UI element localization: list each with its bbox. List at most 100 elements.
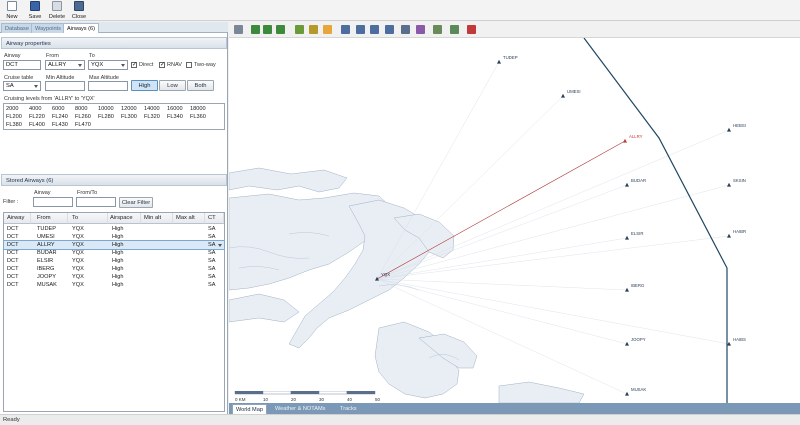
table-cell: YQX (72, 266, 84, 272)
cruise-table-select[interactable]: SA (3, 81, 41, 91)
tab-tracks[interactable]: Tracks (337, 404, 360, 414)
rnav-checkbox[interactable]: ✓ (159, 62, 165, 68)
table-cell: YQX (72, 274, 84, 280)
waypoint-label: BUDAR (631, 178, 646, 183)
table-row[interactable]: DCT IBERG YQX High SA (4, 265, 224, 273)
waypoint-label: JOOPY (631, 337, 646, 342)
tab-database[interactable]: Database (1, 23, 33, 33)
zoom-fit-icon[interactable] (276, 25, 285, 34)
delete-button[interactable]: Delete (47, 1, 67, 21)
from-label: From (46, 53, 59, 59)
table-cell: DCT (7, 266, 19, 272)
airway-filter-field[interactable] (33, 197, 73, 207)
scale-segment (262, 391, 292, 395)
table-row[interactable]: DCT MUSAK YQX High SA (4, 281, 224, 289)
link-icon[interactable] (467, 25, 476, 34)
table-cell: DCT (7, 226, 19, 232)
clear-filter-button[interactable]: Clear Filter (119, 197, 153, 208)
column-header[interactable]: From (31, 213, 68, 224)
to-select[interactable]: YQX (88, 60, 128, 70)
map-toolbar (229, 22, 800, 38)
fix-icon[interactable] (370, 25, 379, 34)
rnav-label: RNAV (167, 62, 182, 68)
waypoint-label: HEBSI (733, 123, 746, 128)
table-cell: YQX (72, 226, 84, 232)
table-cell: MUSAK (37, 282, 57, 288)
max-altitude-field[interactable] (88, 81, 128, 91)
table-row[interactable]: DCT ELSIR YQX High SA (4, 257, 224, 265)
table-cell: High (112, 266, 124, 272)
min-altitude-field[interactable] (45, 81, 85, 91)
waypoint-label: TUDEP (503, 55, 518, 60)
to-label: To (89, 53, 95, 59)
zoom-out-icon[interactable] (263, 25, 272, 34)
ils-icon[interactable] (401, 25, 410, 34)
tab-world-map[interactable]: World Map (232, 404, 267, 414)
save-button[interactable]: Save (25, 1, 45, 21)
table-cell: YQX (72, 250, 84, 256)
table-row[interactable]: DCT JOOPY YQX High SA (4, 273, 224, 281)
airway-icon[interactable] (416, 25, 425, 34)
table-row[interactable]: DCT ALLRY YQX High SA (3, 240, 225, 250)
table-cell: ELSIR (37, 258, 54, 264)
fromto-filter-field[interactable] (76, 197, 116, 207)
route-icon[interactable] (450, 25, 459, 34)
close-window-icon (74, 1, 84, 11)
table-row[interactable]: DCT TUDEP YQX High SA (4, 225, 224, 233)
table-cell: DCT (7, 282, 19, 288)
from-select[interactable]: ALLRY (45, 60, 85, 70)
scale-label: 50 (375, 397, 381, 402)
column-header[interactable]: To (68, 213, 108, 224)
stored-airways-header: Stored Airways (6) (1, 174, 227, 186)
table-cell: High (112, 282, 124, 288)
scale-bar: 0 KM 10 20 30 40 50 (234, 391, 381, 402)
tab-waypoints[interactable]: Waypoints (31, 23, 65, 33)
settings-icon[interactable] (295, 25, 304, 34)
world-map[interactable]: TUDEP UMESI ALLRY HEBSI BUDAR SKSIN ELSIR HAIBR… (229, 38, 800, 403)
table-row[interactable]: DCT UMESI YQX High SA (4, 233, 224, 241)
low-button[interactable]: Low (159, 80, 186, 91)
cruising-levels-list[interactable]: 2000 4000 6000 8000 10000 12000 14000 16000 1800… (3, 103, 225, 130)
close-button[interactable]: Close (69, 1, 89, 21)
table-cell: JOOPY (37, 274, 56, 280)
table-cell: IBERG (37, 266, 55, 272)
column-header[interactable]: Max alt (173, 213, 205, 224)
table-cell: SA (208, 226, 216, 232)
table-cell: DCT (7, 258, 19, 264)
left-tab-bar: Database Waypoints Airways (6) (0, 22, 228, 33)
layers-icon[interactable] (433, 25, 442, 34)
fromto-filter-label: From/To (77, 190, 98, 196)
column-header[interactable]: Airway (4, 213, 31, 224)
high-button[interactable]: High (131, 80, 158, 91)
tab-airways[interactable]: Airways (6) (63, 23, 99, 33)
map-view[interactable]: TUDEP UMESI ALLRY HEBSI BUDAR SKSIN ELSIR HAIBR… (229, 22, 800, 414)
tab-weather-notams[interactable]: Weather & NOTAMs (272, 404, 328, 414)
scale-label: 40 (347, 397, 353, 402)
airport-icon[interactable] (309, 25, 318, 34)
new-button[interactable]: New (2, 1, 22, 21)
highlight-icon[interactable] (323, 25, 332, 34)
cruising-levels-row: FL380 FL400 FL430 FL470 (6, 122, 91, 128)
ndb-icon[interactable] (341, 25, 350, 34)
table-cell: YQX (72, 258, 84, 264)
table-cell: ALLRY (37, 242, 55, 248)
column-header[interactable]: Min alt (141, 213, 173, 224)
scale-label: 30 (319, 397, 325, 402)
both-button[interactable]: Both (187, 80, 214, 91)
map-select-icon[interactable] (234, 25, 243, 34)
vor-icon[interactable] (356, 25, 365, 34)
waypoint-label: MUSAK (631, 387, 646, 392)
airway-field[interactable]: DCT (3, 60, 41, 70)
scale-segment (346, 391, 376, 395)
two-way-checkbox[interactable] (186, 62, 192, 68)
rwy-icon[interactable] (385, 25, 394, 34)
left-panel: Database Waypoints Airways (6) Airway pr… (0, 22, 228, 414)
column-header[interactable]: Airspace (108, 213, 141, 224)
direct-checkbox[interactable]: ✓ (131, 62, 137, 68)
table-cell: SA (208, 242, 216, 248)
table-cell: YQX (72, 242, 84, 248)
zoom-in-icon[interactable] (251, 25, 260, 34)
map-tab-bar: World Map Weather & NOTAMs Tracks (229, 403, 800, 414)
column-header[interactable]: CT (205, 213, 224, 224)
table-row[interactable]: DCT BUDAR YQX High SA (4, 249, 224, 257)
